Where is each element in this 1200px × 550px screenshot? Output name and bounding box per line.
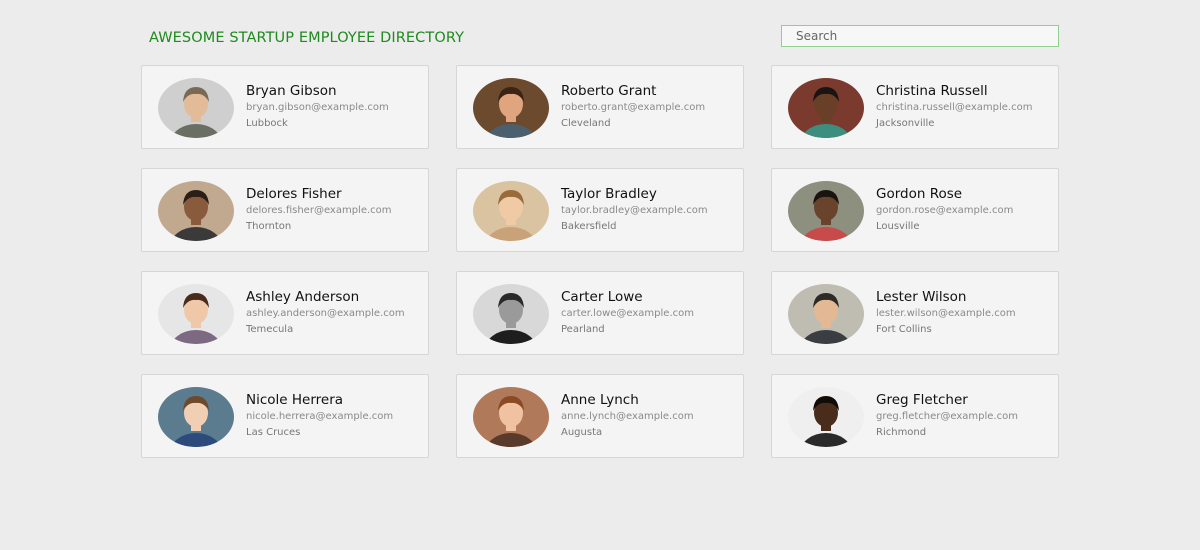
employee-name: Christina Russell: [876, 83, 988, 99]
employee-name: Nicole Herrera: [246, 392, 344, 408]
employee-grid: Bryan Gibson bryan.gibson@example.com Lubb…: [141, 65, 1059, 458]
employee-email: greg.fletcher@example.com: [876, 411, 1018, 422]
employee-card[interactable]: Taylor Bradley taylor.bradley@example.com…: [456, 168, 744, 252]
employee-city: Jacksonville: [876, 118, 935, 129]
employee-card[interactable]: Carter Lowe carter.lowe@example.com Pearla…: [456, 271, 744, 355]
employee-email: gordon.rose@example.com: [876, 205, 1014, 216]
employee-name: Ashley Anderson: [246, 289, 360, 305]
search-input[interactable]: [781, 25, 1059, 47]
employee-name: Taylor Bradley: [561, 186, 657, 202]
employee-city: Cleveland: [561, 118, 611, 129]
employee-city: Augusta: [561, 427, 603, 438]
employee-email: nicole.herrera@example.com: [246, 411, 394, 422]
employee-city: Thornton: [246, 221, 292, 232]
employee-card[interactable]: Anne Lynch anne.lynch@example.com Augusta: [456, 374, 744, 458]
avatar: [473, 78, 549, 138]
employee-name: Lester Wilson: [876, 289, 967, 305]
avatar: [158, 284, 234, 344]
page-title: AWESOME STARTUP EMPLOYEE DIRECTORY: [149, 30, 465, 46]
employee-email: anne.lynch@example.com: [561, 411, 694, 422]
header: AWESOME STARTUP EMPLOYEE DIRECTORY: [149, 24, 1059, 54]
avatar: [158, 387, 234, 447]
employee-email: delores.fisher@example.com: [246, 205, 392, 216]
employee-city: Las Cruces: [246, 427, 301, 438]
employee-name: Roberto Grant: [561, 83, 657, 99]
employee-card[interactable]: Christina Russell christina.russell@examp…: [771, 65, 1059, 149]
employee-email: bryan.gibson@example.com: [246, 102, 389, 113]
employee-city: Bakersfield: [561, 221, 617, 232]
employee-name: Gordon Rose: [876, 186, 963, 202]
employee-city: Lubbock: [246, 118, 288, 129]
employee-city: Pearland: [561, 324, 605, 335]
employee-email: carter.lowe@example.com: [561, 308, 694, 319]
avatar: [788, 284, 864, 344]
employee-email: taylor.bradley@example.com: [561, 205, 708, 216]
employee-card[interactable]: Gordon Rose gordon.rose@example.com Lousvi…: [771, 168, 1059, 252]
avatar: [158, 78, 234, 138]
employee-city: Fort Collins: [876, 324, 932, 335]
employee-card[interactable]: Delores Fisher delores.fisher@example.com…: [141, 168, 429, 252]
employee-card[interactable]: Bryan Gibson bryan.gibson@example.com Lubb…: [141, 65, 429, 149]
employee-email: christina.russell@example.com: [876, 102, 1033, 113]
employee-email: lester.wilson@example.com: [876, 308, 1016, 319]
employee-card[interactable]: Greg Fletcher greg.fletcher@example.com Ri…: [771, 374, 1059, 458]
employee-card[interactable]: Roberto Grant roberto.grant@example.com Cl…: [456, 65, 744, 149]
employee-email: ashley.anderson@example.com: [246, 308, 405, 319]
avatar: [788, 387, 864, 447]
avatar: [473, 181, 549, 241]
employee-card[interactable]: Nicole Herrera nicole.herrera@example.com…: [141, 374, 429, 458]
employee-city: Temecula: [246, 324, 294, 335]
employee-name: Anne Lynch: [561, 392, 639, 408]
employee-name: Bryan Gibson: [246, 83, 337, 99]
employee-name: Carter Lowe: [561, 289, 643, 305]
avatar: [473, 284, 549, 344]
employee-name: Delores Fisher: [246, 186, 342, 202]
employee-name: Greg Fletcher: [876, 392, 968, 408]
employee-city: Richmond: [876, 427, 927, 438]
avatar: [788, 181, 864, 241]
employee-email: roberto.grant@example.com: [561, 102, 706, 113]
employee-city: Lousville: [876, 221, 920, 232]
employee-card[interactable]: Ashley Anderson ashley.anderson@example.c…: [141, 271, 429, 355]
directory-page: AWESOME STARTUP EMPLOYEE DIRECTORY Bryan…: [0, 0, 1200, 550]
avatar: [788, 78, 864, 138]
employee-card[interactable]: Lester Wilson lester.wilson@example.com Fo…: [771, 271, 1059, 355]
avatar: [473, 387, 549, 447]
avatar: [158, 181, 234, 241]
